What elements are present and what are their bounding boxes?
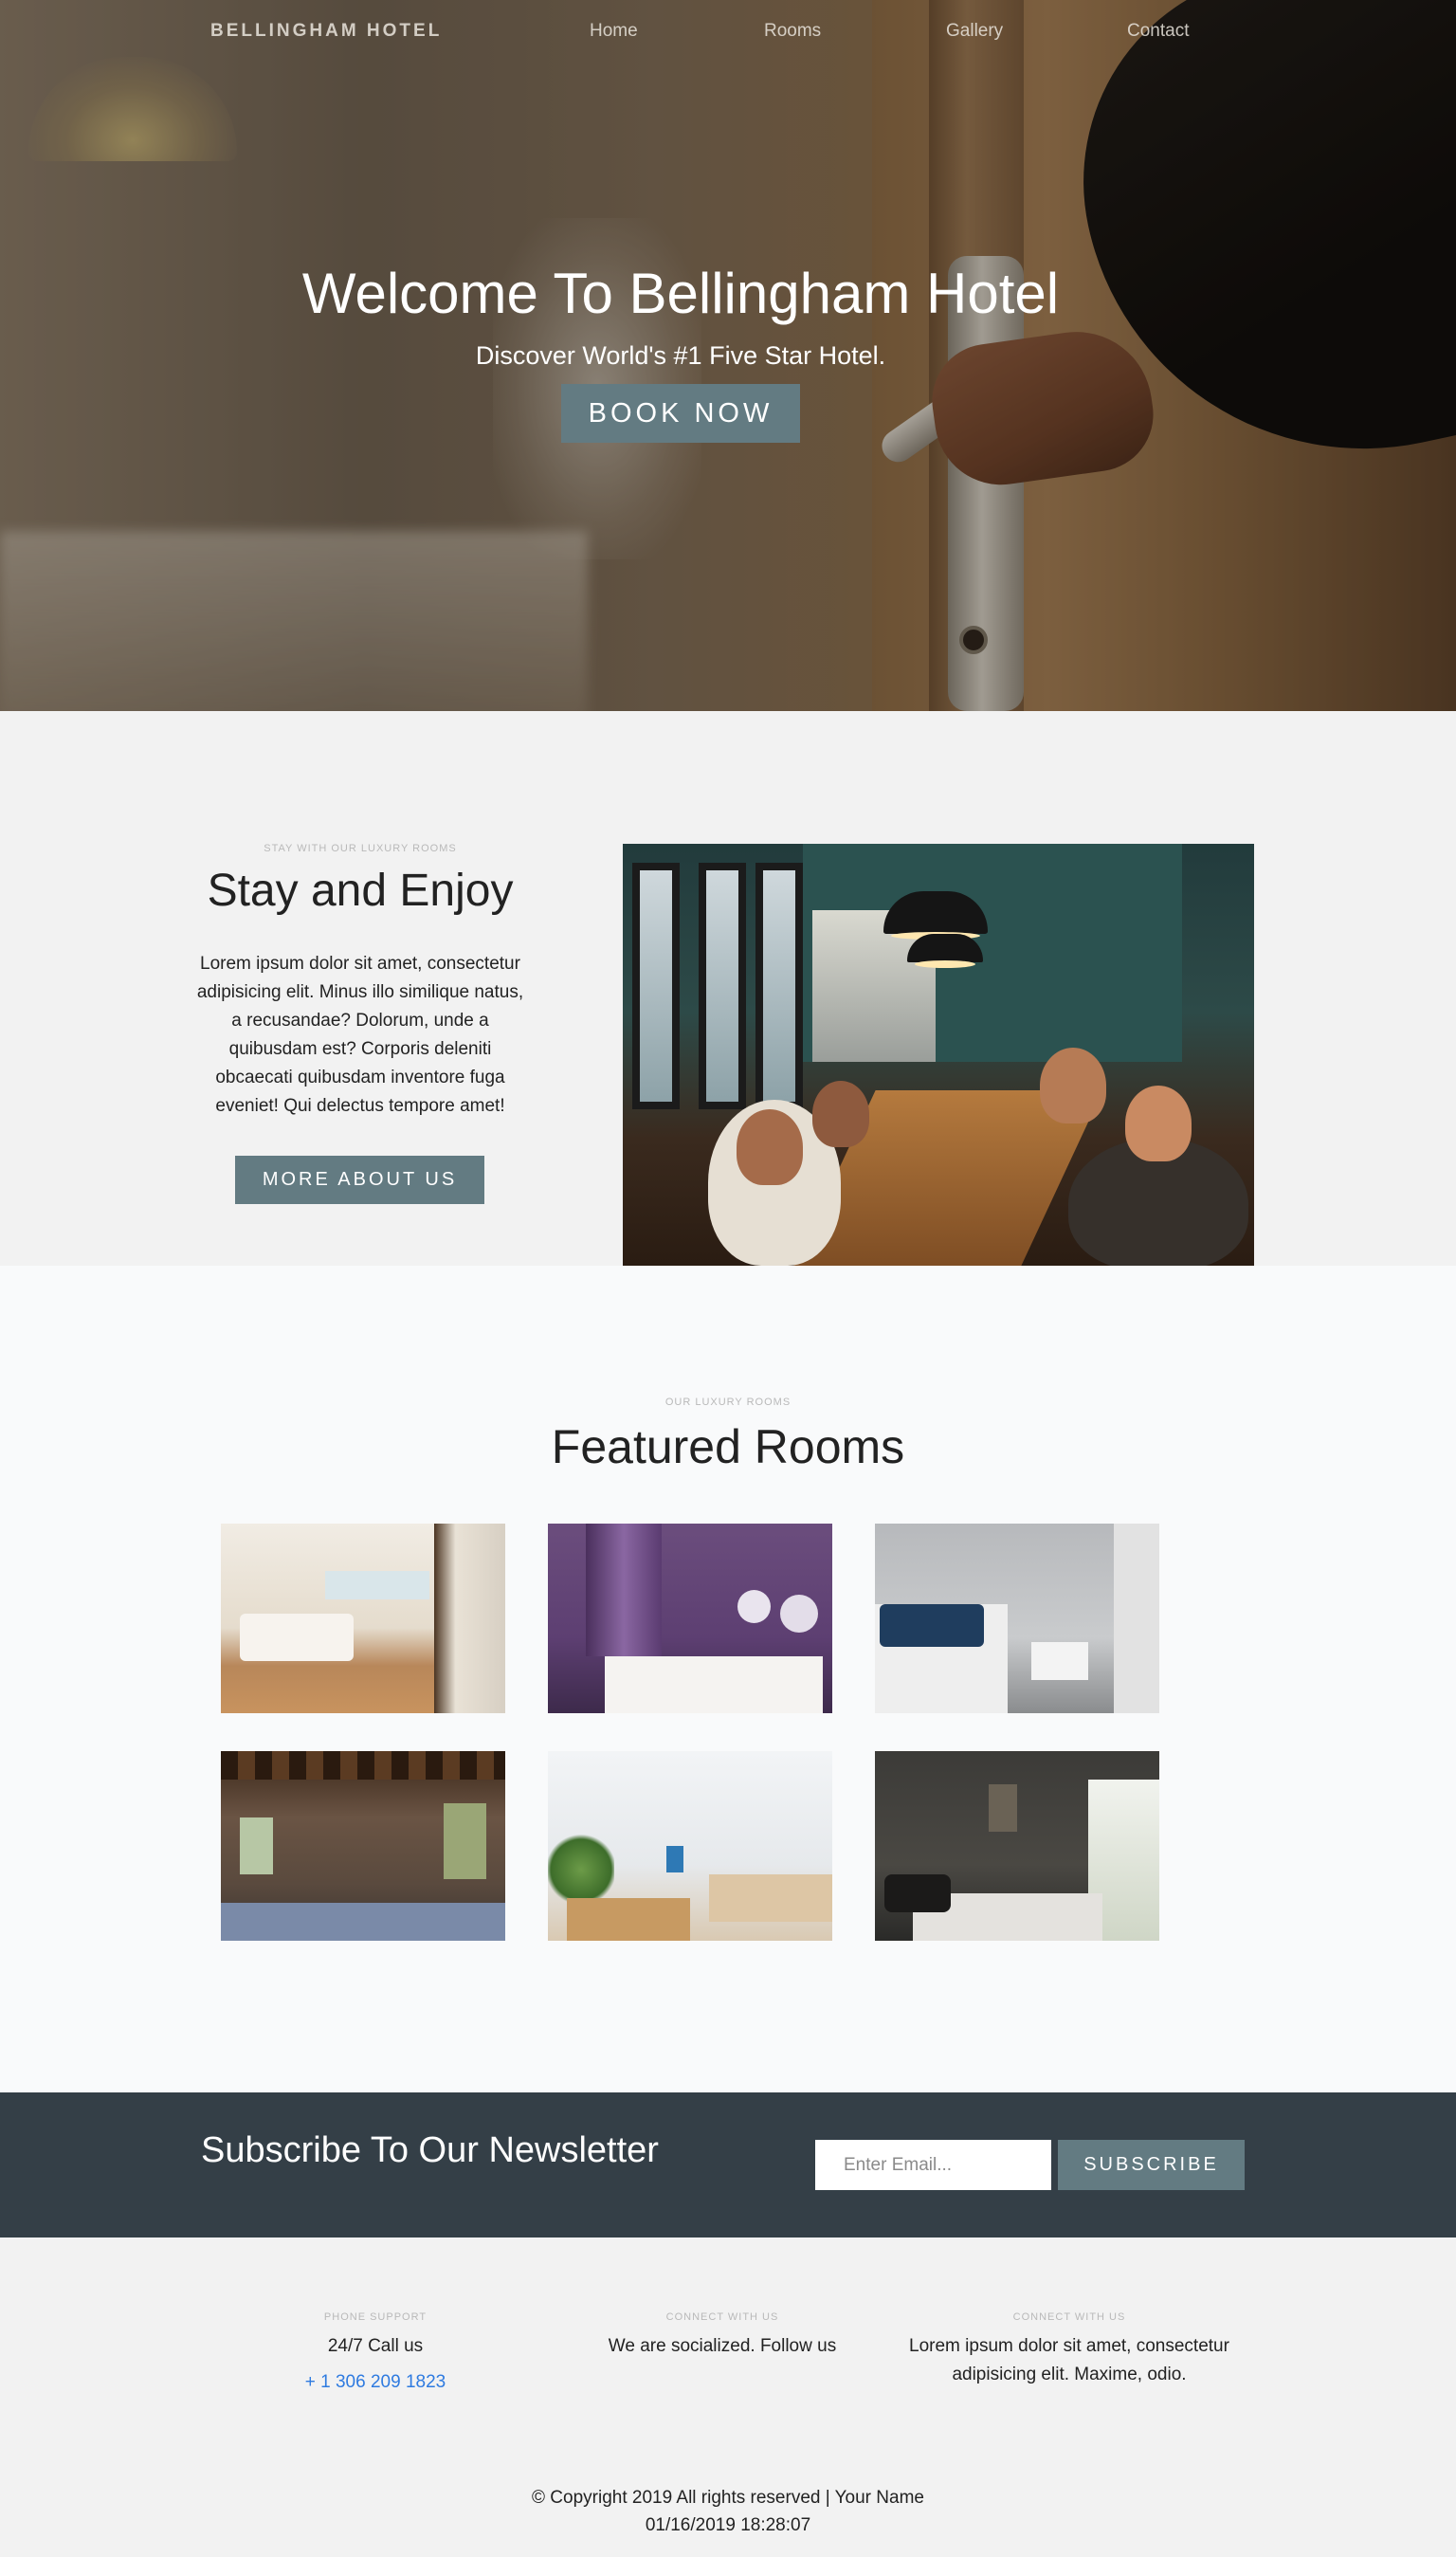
footer-phone-column: PHONE SUPPORT 24/7 Call us + 1 306 209 1… — [233, 2311, 518, 2393]
room-curtain — [586, 1524, 662, 1656]
copyright-text: © Copyright 2019 All rights reserved | Y… — [532, 2488, 924, 2508]
about-body: Lorem ipsum dolor sit amet, consectetur … — [196, 954, 524, 1116]
footer-about-column: CONNECT WITH US Lorem ipsum dolor sit am… — [893, 2311, 1246, 2389]
nav-link-rooms[interactable]: Rooms — [764, 21, 821, 42]
room-window — [325, 1571, 429, 1599]
room-pillows — [880, 1604, 984, 1647]
pendant-lamp — [907, 934, 983, 968]
hero-subtitle: Discover World's #1 Five Star Hotel. — [475, 341, 886, 370]
footer-eyebrow: CONNECT WITH US — [1012, 2311, 1126, 2323]
about-title: Stay and Enjoy — [207, 866, 514, 916]
nav-link-home[interactable]: Home — [590, 21, 638, 42]
room-image-3[interactable] — [875, 1524, 1159, 1713]
room-plant — [548, 1832, 614, 1908]
restaurant-image — [623, 844, 1254, 1266]
about-section: STAY WITH OUR LUXURY ROOMS Stay and Enjo… — [0, 711, 1456, 1266]
diner-figure — [812, 1081, 869, 1147]
footer-eyebrow: PHONE SUPPORT — [323, 2311, 428, 2323]
room-image-4[interactable] — [221, 1751, 505, 1941]
room-window — [444, 1803, 486, 1879]
room-table — [567, 1898, 690, 1941]
room-bed — [221, 1903, 505, 1941]
footer-text: We are socialized. Follow us — [608, 2336, 837, 2356]
diner-figure — [1125, 1086, 1192, 1161]
room-wall-art — [989, 1784, 1017, 1832]
brand-logo[interactable]: BELLINGHAM HOTEL — [210, 21, 442, 42]
timestamp: 01/16/2019 18:28:07 — [645, 2515, 811, 2535]
room-image-5[interactable] — [548, 1751, 832, 1941]
more-about-us-button[interactable]: MORE ABOUT US — [235, 1156, 484, 1204]
room-image-6[interactable] — [875, 1751, 1159, 1941]
copyright: © Copyright 2019 All rights reserved | Y… — [0, 2484, 1456, 2539]
diner-figure — [737, 1109, 803, 1185]
footer-eyebrow: CONNECT WITH US — [665, 2311, 779, 2323]
newsletter-title: Subscribe To Our Newsletter — [201, 2130, 659, 2170]
subscribe-button[interactable]: SUBSCRIBE — [1058, 2140, 1245, 2190]
footer-social-column: CONNECT WITH US We are socialized. Follo… — [580, 2311, 864, 2361]
nav-link-contact[interactable]: Contact — [1127, 21, 1189, 42]
room-window — [240, 1817, 273, 1874]
book-now-button[interactable]: BOOK NOW — [561, 384, 800, 443]
main-nav: BELLINGHAM HOTEL Home Rooms Gallery Cont… — [0, 0, 1456, 64]
rooms-title: Featured Rooms — [551, 1420, 905, 1473]
nav-link-gallery[interactable]: Gallery — [946, 21, 1003, 42]
restaurant-window — [755, 863, 803, 1109]
rooms-eyebrow: OUR LUXURY ROOMS — [664, 1397, 792, 1408]
room-wall-art — [780, 1595, 818, 1633]
footer-text: 24/7 Call us — [327, 2336, 424, 2356]
footer-text: Lorem ipsum dolor sit amet, consectetur … — [909, 2336, 1229, 2384]
about-eyebrow: STAY WITH OUR LUXURY ROOMS — [264, 843, 457, 854]
featured-rooms-section: OUR LUXURY ROOMS Featured Rooms — [0, 1266, 1456, 2092]
hero-section: BELLINGHAM HOTEL Home Rooms Gallery Cont… — [0, 0, 1456, 711]
room-wall — [1114, 1524, 1159, 1713]
room-image-1[interactable] — [221, 1524, 505, 1713]
newsletter-section: Subscribe To Our Newsletter SUBSCRIBE — [0, 2092, 1456, 2237]
email-input[interactable] — [815, 2140, 1051, 2190]
room-bed — [605, 1656, 823, 1713]
phone-link[interactable]: + 1 306 209 1823 — [233, 2372, 518, 2393]
room-ceiling-beams — [221, 1751, 505, 1780]
room-doorway — [434, 1524, 505, 1713]
room-wall-art — [666, 1846, 683, 1872]
room-nightstand — [1031, 1642, 1088, 1680]
diner-figure — [1040, 1048, 1106, 1123]
room-chair — [884, 1874, 951, 1912]
room-image-2[interactable] — [548, 1524, 832, 1713]
room-wall-art — [737, 1590, 771, 1623]
room-bed — [709, 1874, 832, 1922]
room-sofa — [240, 1614, 354, 1661]
restaurant-window — [699, 863, 746, 1109]
hero-title: Welcome To Bellingham Hotel — [301, 262, 1060, 325]
footer: PHONE SUPPORT 24/7 Call us + 1 306 209 1… — [0, 2237, 1456, 2557]
restaurant-window — [632, 863, 680, 1109]
